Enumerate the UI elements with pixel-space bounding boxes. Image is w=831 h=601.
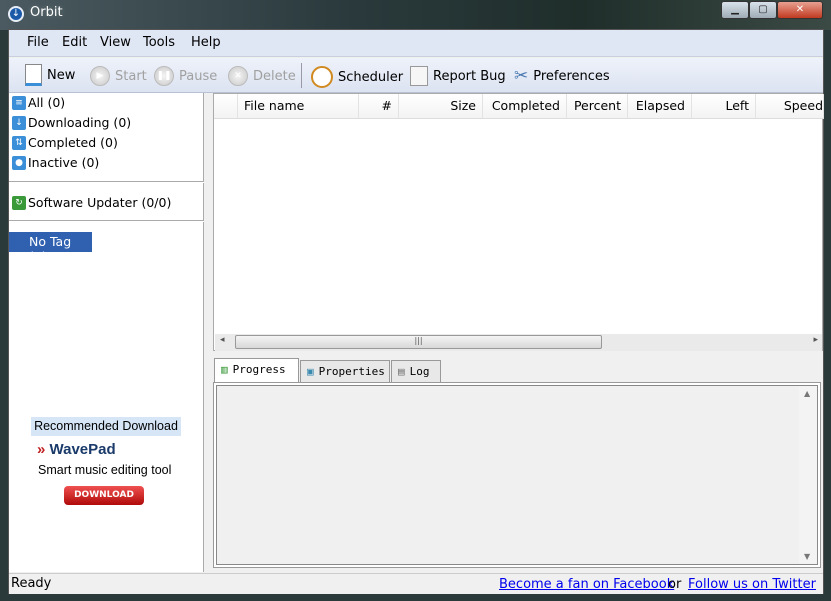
inactive-icon: ●: [12, 155, 26, 170]
divider: [9, 220, 204, 222]
vertical-scrollbar[interactable]: ▲ ▼: [799, 386, 817, 564]
scroll-down-icon[interactable]: ▼: [804, 552, 810, 561]
new-file-icon: [25, 64, 42, 86]
tab-properties[interactable]: ▣ Properties: [300, 360, 390, 382]
main-window: File Edit View Tools Help New ▶ Start ❚❚ P…: [8, 29, 824, 594]
column-size[interactable]: Size: [399, 94, 483, 118]
maximize-button[interactable]: ▢: [749, 1, 777, 19]
table-header: File name # Size Completed Percent Elaps…: [214, 94, 824, 119]
menu-file[interactable]: File: [27, 35, 49, 50]
scroll-left-icon[interactable]: ◂: [220, 335, 225, 345]
main-pane: File name # Size Completed Percent Elaps…: [213, 93, 824, 572]
title-bar: ↓ Orbit ▁ ▢ ✕: [0, 0, 831, 30]
scheduler-button[interactable]: Scheduler: [311, 66, 403, 88]
column-spacer: [214, 94, 238, 118]
menu-bar: File Edit View Tools Help: [9, 30, 823, 57]
toolbar-separator: [301, 63, 302, 88]
list-icon: ≡: [12, 95, 26, 110]
ad-heading: Recommended Download: [31, 417, 181, 436]
tab-log[interactable]: ▤ Log: [391, 360, 441, 382]
menu-edit[interactable]: Edit: [62, 35, 87, 50]
scroll-right-icon[interactable]: ▸: [813, 335, 818, 345]
sidebar-item-inactive[interactable]: ● Inactive (0): [12, 155, 99, 170]
completed-icon: ⇅: [12, 135, 26, 150]
properties-icon: ▣: [307, 365, 314, 378]
toolbar: New ▶ Start ❚❚ Pause ✕ Delete Scheduler Rep…: [9, 58, 823, 93]
delete-button[interactable]: ✕ Delete: [228, 66, 296, 86]
app-icon: ↓: [8, 6, 24, 22]
facebook-link[interactable]: Become a fan on Facebook: [499, 577, 674, 592]
ad-product[interactable]: » WavePad: [37, 441, 116, 458]
sidebar-item-no-tag[interactable]: No Tag (0): [9, 232, 92, 264]
ad-tagline: Smart music editing tool: [38, 463, 172, 477]
column-elapsed[interactable]: Elapsed: [628, 94, 692, 118]
column-completed[interactable]: Completed: [483, 94, 567, 118]
sidebar: ≡ All (0) ↓ Downloading (0) ⇅ Completed (0)…: [9, 93, 204, 572]
start-button[interactable]: ▶ Start: [90, 66, 147, 86]
sidebar-item-all[interactable]: ≡ All (0): [12, 95, 65, 110]
play-icon: ▶: [90, 66, 110, 86]
sidebar-item-completed[interactable]: ⇅ Completed (0): [12, 135, 118, 150]
or-text: or: [668, 577, 682, 592]
sidebar-item-downloading[interactable]: ↓ Downloading (0): [12, 115, 131, 130]
column-left[interactable]: Left: [692, 94, 756, 118]
horizontal-scrollbar[interactable]: ◂ ||| ▸: [215, 334, 822, 351]
twitter-link[interactable]: Follow us on Twitter: [688, 577, 816, 592]
chart-icon: ▥: [221, 363, 228, 376]
menu-help[interactable]: Help: [191, 35, 221, 50]
close-button[interactable]: ✕: [777, 1, 823, 19]
new-button[interactable]: New: [25, 64, 75, 86]
pause-button[interactable]: ❚❚ Pause: [154, 66, 217, 86]
window-title: Orbit: [30, 5, 63, 20]
column-number[interactable]: #: [359, 94, 399, 118]
log-icon: ▤: [398, 365, 405, 378]
column-file-name[interactable]: File name: [238, 94, 359, 118]
delete-icon: ✕: [228, 66, 248, 86]
status-bar: Ready Become a fan on Facebook or Follow…: [9, 573, 823, 594]
minimize-button[interactable]: ▁: [721, 1, 749, 19]
ad-download-button[interactable]: DOWNLOAD: [64, 486, 144, 505]
download-list: File name # Size Completed Percent Elaps…: [213, 93, 824, 351]
report-icon: [410, 66, 428, 86]
divider: [9, 181, 204, 183]
report-bug-button[interactable]: Report Bug: [410, 66, 506, 86]
menu-tools[interactable]: Tools: [143, 35, 175, 50]
refresh-icon: ↻: [12, 195, 26, 210]
menu-view[interactable]: View: [100, 35, 131, 50]
download-icon: ↓: [12, 115, 26, 130]
scroll-up-icon[interactable]: ▲: [804, 389, 810, 398]
clock-icon: [311, 66, 333, 88]
sidebar-item-software-updater[interactable]: ↻ Software Updater (0/0): [12, 195, 171, 210]
pause-icon: ❚❚: [154, 66, 174, 86]
column-speed[interactable]: Speed: [756, 94, 824, 118]
arrow-icon: »: [37, 441, 46, 458]
status-text: Ready: [11, 576, 52, 591]
tab-progress[interactable]: ▥ Progress: [214, 358, 299, 383]
progress-panel: ▲ ▼: [213, 382, 821, 568]
preferences-button[interactable]: ✂ Preferences: [514, 66, 610, 86]
scrollbar-thumb[interactable]: |||: [235, 335, 602, 349]
column-percent[interactable]: Percent: [567, 94, 628, 118]
tools-icon: ✂: [514, 66, 529, 86]
